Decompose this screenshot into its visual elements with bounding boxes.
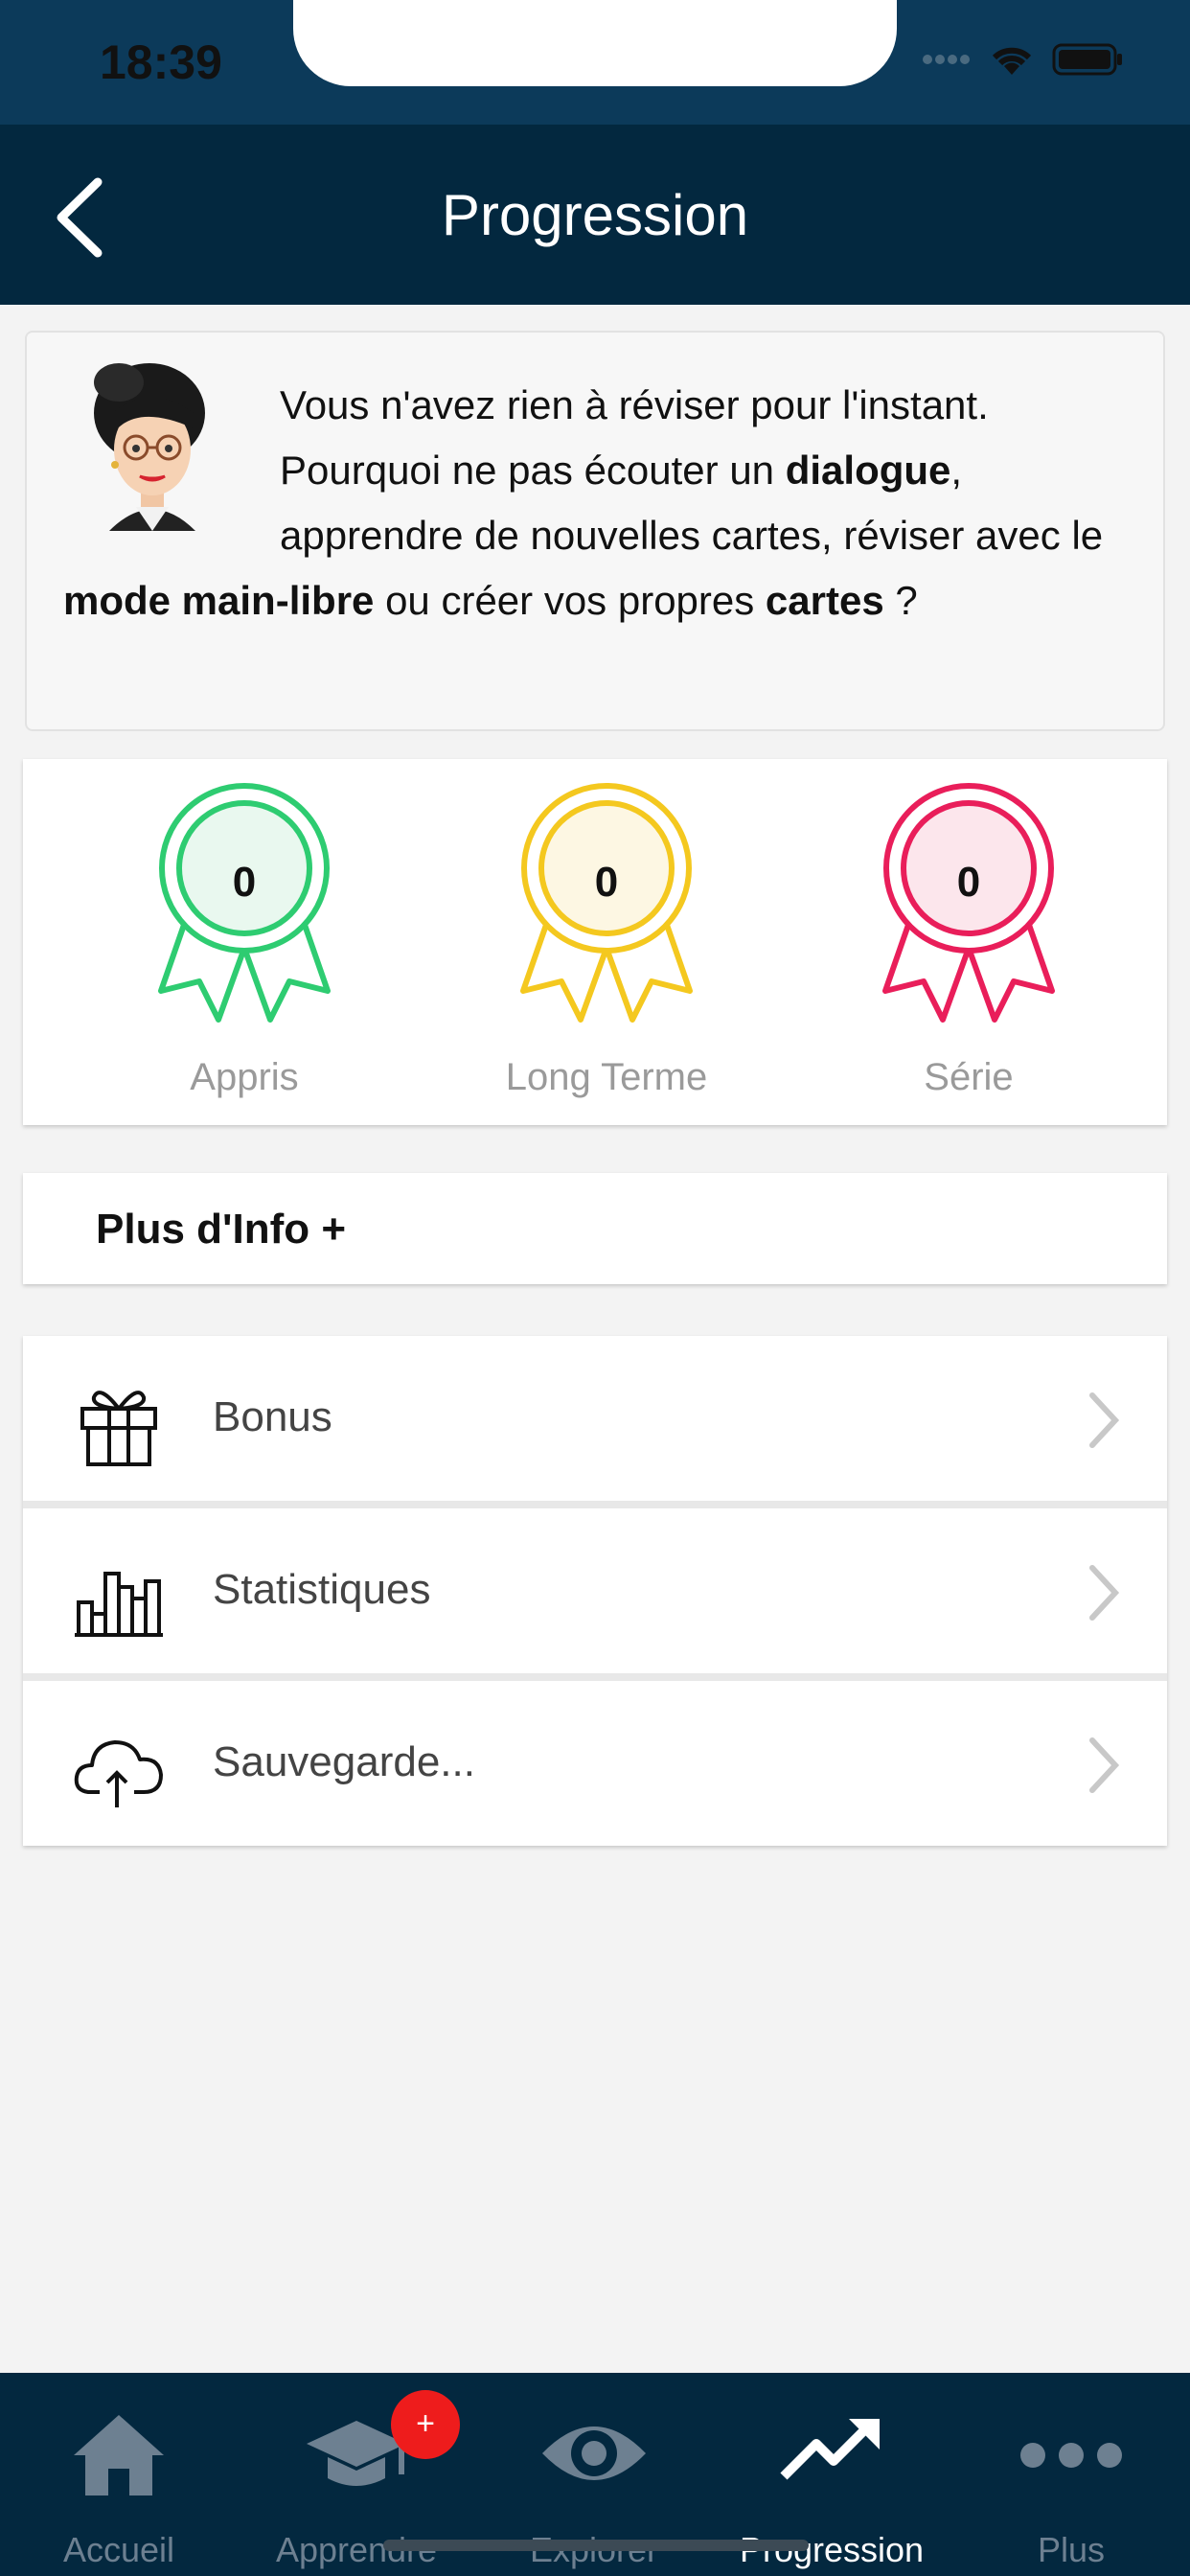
menu-item-label: Statistiques (213, 1566, 431, 1613)
menu-item-label: Bonus (213, 1393, 332, 1440)
medal-streak[interactable]: 0 Série (858, 778, 1079, 1104)
progress-medals-card: 0 Appris 0 Long Terme 0 Série (23, 759, 1167, 1125)
chevron-right-icon (1089, 1392, 1120, 1448)
eye-icon (542, 2426, 646, 2480)
hands-free-keyword: mode main-libre (63, 578, 375, 623)
home-indicator (383, 2540, 809, 2551)
tab-plus[interactable]: Plus (952, 2373, 1190, 2576)
chevron-right-icon (1089, 1737, 1120, 1793)
tab-label: Accueil (62, 2530, 175, 2569)
status-icons (922, 42, 1123, 81)
signal-icon (922, 50, 972, 74)
message-part-3: ou créer vos propres (374, 578, 766, 623)
device-notch (293, 0, 897, 86)
menu-item-bonus[interactable]: Bonus (23, 1336, 1167, 1501)
page-title: Progression (441, 183, 749, 247)
home-icon (74, 2415, 164, 2496)
dialogue-keyword: dialogue (785, 448, 951, 493)
medal-label: Long Terme (505, 1056, 708, 1098)
medal-learned[interactable]: 0 Appris (134, 778, 355, 1104)
tab-accueil[interactable]: Accueil (0, 2373, 238, 2576)
notification-badge: + (391, 2390, 460, 2459)
medal-label: Appris (190, 1056, 299, 1098)
status-time: 18:39 (100, 35, 222, 89)
message-part-4: ? (883, 578, 918, 623)
wifi-icon (989, 42, 1035, 81)
progress-menu-list: Bonus Statistiques Sauvegarde... (23, 1336, 1167, 1846)
more-info-button[interactable]: Plus d'Info + (23, 1173, 1167, 1284)
message-text: Vous n'avez rien à réviser pour l'instan… (63, 373, 1156, 633)
tab-label: Plus (1037, 2530, 1106, 2569)
medal-count: 0 (594, 859, 619, 906)
more-info-label: Plus d'Info + (96, 1206, 347, 1253)
cloud-upload-icon (74, 1740, 163, 1807)
menu-item-backup[interactable]: Sauvegarde... (23, 1681, 1167, 1846)
medal-count: 0 (232, 859, 257, 906)
empty-review-message-card: Vous n'avez rien à réviser pour l'instan… (25, 331, 1165, 731)
navigation-header: Progression (0, 125, 1190, 305)
menu-item-statistics[interactable]: Statistiques (23, 1508, 1167, 1673)
more-dots-icon (1020, 2443, 1122, 2468)
menu-item-label: Sauvegarde... (213, 1738, 475, 1785)
cards-keyword: cartes (765, 578, 884, 623)
gift-icon (80, 1391, 157, 1466)
trending-up-icon (780, 2419, 880, 2480)
medal-count: 0 (956, 859, 981, 906)
status-bar: 18:39 (0, 0, 1190, 125)
chevron-right-icon (1089, 1565, 1120, 1621)
medal-long-term[interactable]: 0 Long Terme (496, 778, 717, 1104)
bar-chart-icon (75, 1572, 163, 1637)
battery-icon (1052, 42, 1123, 81)
medal-label: Série (924, 1056, 1014, 1098)
